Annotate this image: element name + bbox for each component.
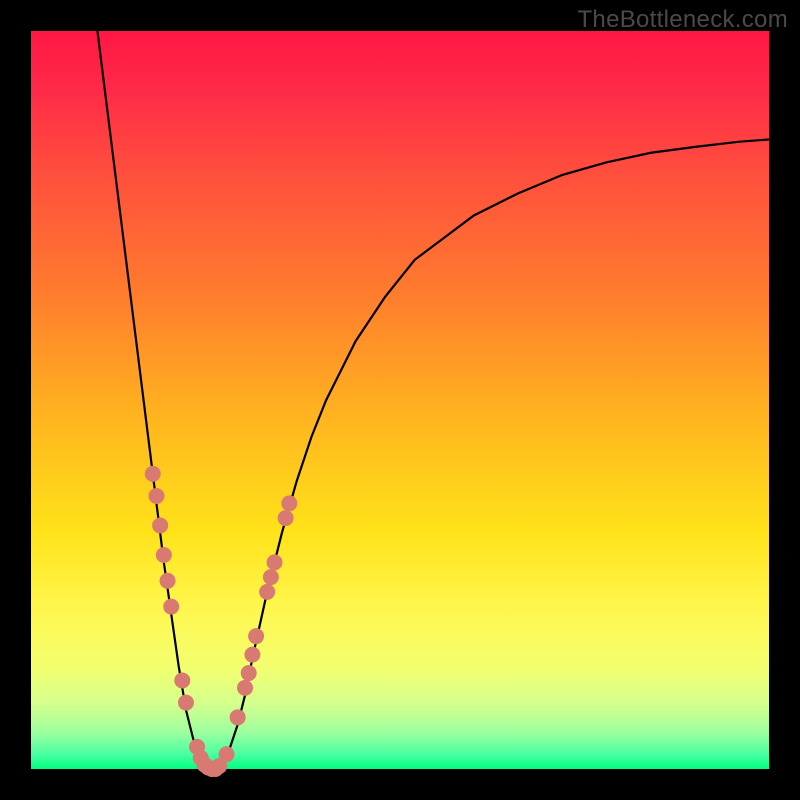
- data-dot: [248, 628, 264, 644]
- bottleneck-curve-svg: [31, 31, 769, 769]
- bottleneck-curve: [97, 31, 769, 769]
- data-dot: [267, 554, 283, 570]
- data-dot: [241, 665, 257, 681]
- data-dot: [237, 680, 253, 696]
- chart-frame: TheBottleneck.com: [0, 0, 800, 800]
- highlighted-points: [145, 466, 298, 777]
- data-dot: [156, 547, 172, 563]
- data-dot: [174, 672, 190, 688]
- data-dot: [178, 695, 194, 711]
- data-dot: [244, 647, 260, 663]
- plot-area: [31, 31, 769, 769]
- data-dot: [278, 510, 294, 526]
- data-dot: [145, 466, 161, 482]
- watermark-text: TheBottleneck.com: [577, 6, 788, 34]
- data-dot: [259, 584, 275, 600]
- data-dot: [163, 599, 179, 615]
- data-dot: [263, 569, 279, 585]
- data-dot: [281, 495, 297, 511]
- data-dot: [152, 517, 168, 533]
- data-dot: [148, 488, 164, 504]
- data-dot: [160, 573, 176, 589]
- data-dot: [219, 746, 235, 762]
- data-dot: [230, 709, 246, 725]
